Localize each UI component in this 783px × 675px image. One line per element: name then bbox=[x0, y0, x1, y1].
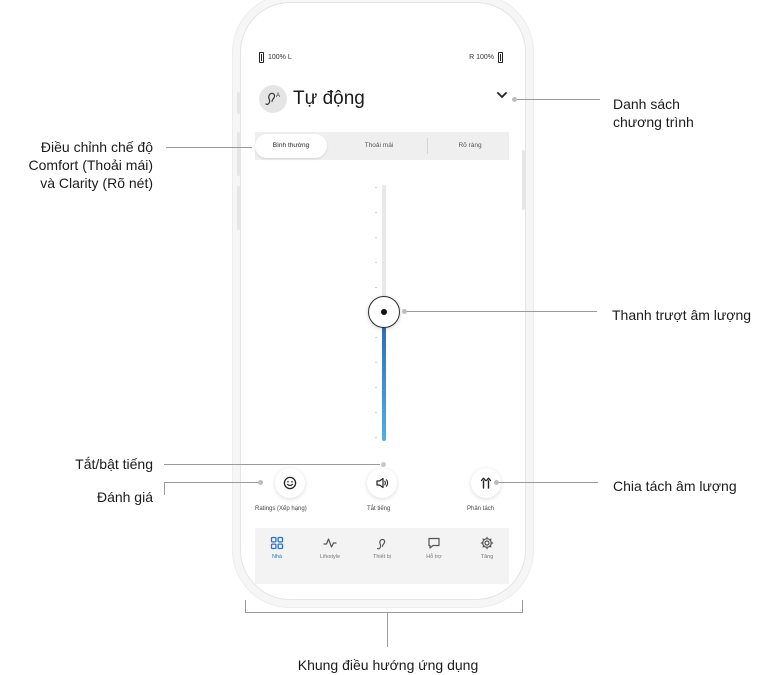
ratings-label: Ratings (Xếp hạng) bbox=[255, 506, 307, 512]
annotation-bracket bbox=[522, 600, 523, 612]
annotation-leader-line bbox=[166, 147, 252, 148]
home-grid-icon bbox=[270, 536, 284, 550]
split-volume-label: Phân tách bbox=[467, 506, 495, 512]
ratings-button[interactable] bbox=[275, 468, 305, 498]
annotation-program-list: Danh sách chương trình bbox=[613, 95, 694, 131]
annotation-pin bbox=[258, 480, 263, 485]
thumb-dot bbox=[381, 309, 387, 315]
mute-label: Tắt tiếng bbox=[367, 506, 391, 512]
comfort-clarity-segmented-control: Bình thường Thoải mái Rõ ràng bbox=[255, 132, 509, 160]
gear-icon bbox=[480, 536, 494, 550]
slider-tick bbox=[375, 287, 377, 288]
segment-divider bbox=[427, 138, 428, 154]
annotation-volume-slider: Thanh trượt âm lượng bbox=[612, 307, 752, 323]
chevron-down-icon[interactable] bbox=[495, 88, 509, 102]
split-volume-icon bbox=[480, 477, 492, 489]
annotation-leader-line bbox=[517, 99, 600, 100]
nav-item-lifestyle[interactable]: Lifestyle bbox=[310, 536, 350, 560]
nav-label-lifestyle: Lifestyle bbox=[319, 554, 341, 560]
slider-tick bbox=[375, 187, 377, 188]
annotation-comfort-clarity-line1: Điều chỉnh chế độ bbox=[40, 139, 153, 155]
annotation-leader-line bbox=[164, 464, 380, 465]
right-battery-status: R 100% bbox=[469, 52, 503, 63]
nav-label-devices: Thiết bị bbox=[372, 554, 392, 560]
program-title[interactable]: Tự động bbox=[293, 88, 365, 110]
annotation-leader-line bbox=[499, 482, 598, 483]
left-battery-status: 100% L bbox=[259, 52, 292, 63]
speaker-icon bbox=[376, 477, 389, 489]
annotation-navigation: Khung điều hướng ứng dụng bbox=[297, 657, 479, 673]
nav-item-settings[interactable]: Tăng bbox=[467, 536, 507, 560]
battery-icon bbox=[498, 52, 503, 63]
segment-normal[interactable]: Bình thường bbox=[255, 134, 327, 158]
nav-label-home: Nhà bbox=[271, 554, 283, 560]
nav-item-home[interactable]: Nhà bbox=[257, 536, 297, 560]
annotation-comfort-clarity: Điều chỉnh chế độ Comfort (Thoải mái) và… bbox=[0, 138, 153, 192]
phone-side-button bbox=[237, 92, 240, 114]
annotation-comfort-clarity-line2: Comfort (Thoải mái) bbox=[28, 157, 153, 173]
mute-indicator-dot bbox=[381, 462, 386, 467]
annotation-leader-line bbox=[387, 612, 388, 647]
battery-icon bbox=[259, 52, 264, 63]
annotation-mute-toggle: Tắt/bật tiếng bbox=[75, 456, 153, 472]
smiley-icon bbox=[283, 476, 297, 490]
slider-tick bbox=[375, 387, 377, 388]
annotation-leader-line bbox=[164, 482, 260, 483]
mute-button[interactable] bbox=[367, 468, 397, 498]
slider-tick bbox=[375, 437, 377, 438]
annotation-leader-line bbox=[407, 311, 597, 312]
slider-thumb[interactable] bbox=[368, 296, 400, 328]
annotation-bracket bbox=[245, 612, 523, 613]
chat-bubble-icon bbox=[428, 537, 440, 549]
hearing-aid-icon: A bbox=[265, 92, 280, 105]
slider-tick bbox=[375, 362, 377, 363]
program-avatar[interactable]: A bbox=[259, 85, 287, 113]
slider-fill bbox=[382, 328, 386, 441]
phone-side-button bbox=[237, 132, 240, 176]
annotation-leader-line bbox=[164, 482, 165, 495]
right-battery-label: R 100% bbox=[469, 54, 494, 61]
nav-item-devices[interactable]: Thiết bị bbox=[362, 536, 402, 560]
hearing-aid-icon bbox=[376, 538, 386, 550]
left-battery-label: 100% L bbox=[268, 54, 292, 61]
annotation-program-list-line2: chương trình bbox=[613, 114, 694, 130]
annotation-comfort-clarity-line3: và Clarity (Rõ nét) bbox=[40, 175, 153, 191]
bottom-navigation-bar: Nhà Lifestyle Thiết bị Hỗ trợ Tăng bbox=[255, 528, 509, 584]
segment-comfort[interactable]: Thoải mái bbox=[335, 132, 423, 160]
slider-tick bbox=[375, 237, 377, 238]
nav-label-support: Hỗ trợ bbox=[426, 554, 442, 560]
annotation-bracket bbox=[245, 600, 246, 612]
svg-text:A: A bbox=[276, 93, 280, 99]
annotation-split-volume: Chia tách âm lượng bbox=[613, 478, 737, 494]
phone-side-button bbox=[237, 186, 240, 230]
activity-icon bbox=[323, 538, 337, 548]
annotation-rating: Đánh giá bbox=[96, 489, 153, 505]
slider-tick bbox=[375, 412, 377, 413]
segment-clarity[interactable]: Rõ ràng bbox=[431, 132, 509, 160]
slider-tick bbox=[375, 337, 377, 338]
nav-label-settings: Tăng bbox=[480, 554, 494, 560]
phone-side-button bbox=[522, 150, 525, 210]
app-screen: 100% L R 100% A Tự động Bình thường Thoả… bbox=[255, 32, 509, 584]
slider-tick bbox=[375, 262, 377, 263]
annotation-program-list-line1: Danh sách bbox=[613, 96, 680, 112]
nav-item-support[interactable]: Hỗ trợ bbox=[414, 536, 454, 560]
slider-tick bbox=[375, 212, 377, 213]
